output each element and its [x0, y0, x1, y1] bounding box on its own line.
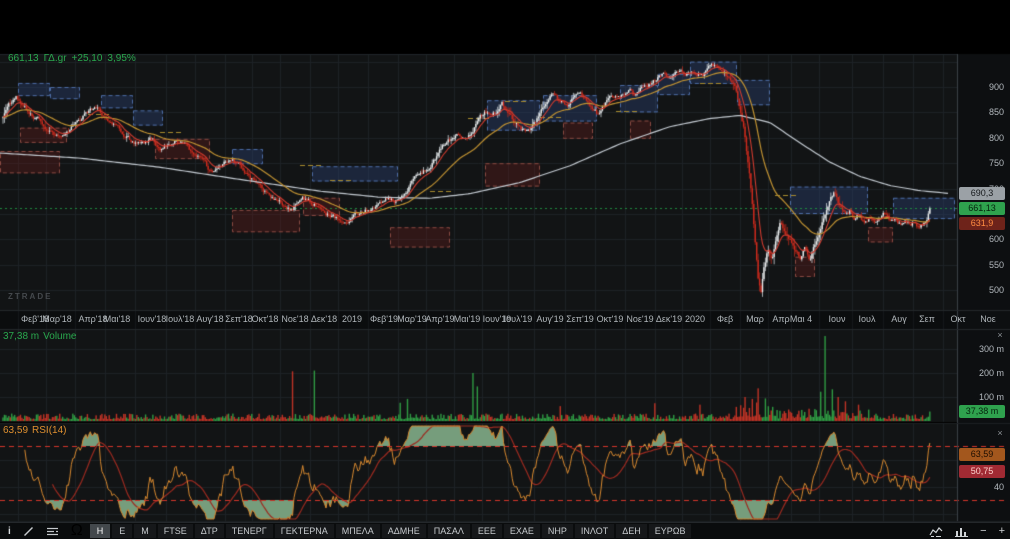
- symbol-ΠΑΣΑΛ[interactable]: ΠΑΣΑΛ: [427, 524, 470, 538]
- symbol-ΙΝΛΟΤ[interactable]: ΙΝΛΟΤ: [574, 524, 615, 538]
- price-axis-tick: 600: [988, 234, 1004, 245]
- price-change-pct: 3,95%: [107, 53, 136, 64]
- price-axis-tick: 550: [988, 259, 1004, 270]
- draw-line-icon[interactable]: [18, 524, 39, 538]
- indicators-icon[interactable]: [41, 524, 64, 538]
- symbol-ΝΗΡ[interactable]: ΝΗΡ: [541, 524, 573, 538]
- symbol-ΕΥΡΩΒ[interactable]: ΕΥΡΩΒ: [648, 524, 692, 538]
- rsi-axis-tick: 40: [993, 481, 1004, 492]
- price-axis-tick: 500: [988, 285, 1004, 296]
- price-axis-tick: 900: [988, 82, 1004, 92]
- time-axis-label: Νοε: [980, 314, 996, 324]
- volume-value: 37,38 m: [3, 331, 40, 342]
- volume-label: Volume: [43, 331, 77, 342]
- bottom-toolbar: i Ω Η Ε Μ FTSE ΔΤΡ ΤΕΝΕΡΓ ΓΕΚΤΕΡΝΑ ΜΠΕΛΑ ΑΔΜΗΕ ΠΑΣΑ…: [0, 522, 1010, 539]
- price-badge-ma: 631,9: [959, 216, 1005, 230]
- trading-app-window: 661,13 ΓΔ.gr +25,10 3,95% 37,38 m Volume 63,…: [0, 0, 1010, 539]
- volume-panel-close-icon[interactable]: ×: [994, 330, 1006, 340]
- main-chart-legend: 661,13 ΓΔ.gr +25,10 3,95%: [8, 53, 141, 64]
- symbol-ΔΕΗ[interactable]: ΔΕΗ: [616, 524, 647, 538]
- price-badge-sma: 690,3: [959, 187, 1005, 201]
- rsi-panel-close-icon[interactable]: ×: [994, 428, 1006, 438]
- omega-icon[interactable]: Ω: [66, 522, 88, 539]
- timeframe-Ε[interactable]: Ε: [112, 524, 133, 538]
- zoom-in-icon[interactable]: +: [997, 524, 1007, 538]
- zoom-out-icon[interactable]: −: [978, 524, 988, 538]
- symbol-ΕΧΑΕ[interactable]: ΕΧΑΕ: [503, 524, 540, 538]
- symbol-ΑΔΜΗΕ[interactable]: ΑΔΜΗΕ: [381, 524, 426, 538]
- symbol-ΜΠΕΛΑ[interactable]: ΜΠΕΛΑ: [335, 524, 380, 538]
- symbol-name: ΓΔ.gr: [43, 53, 67, 64]
- price-axis-tick: 750: [988, 158, 1004, 169]
- price-change: +25,10: [71, 53, 103, 64]
- timeframe-Μ[interactable]: Μ: [134, 524, 156, 538]
- volume-badge: 37,38 m: [959, 405, 1005, 419]
- rsi-badge-signal: 50,75: [959, 465, 1005, 479]
- price-axis-tick: 800: [988, 132, 1004, 143]
- chart-controls: − +: [927, 524, 1007, 538]
- line-chart-icon[interactable]: [927, 524, 945, 538]
- info-icon[interactable]: i: [3, 524, 16, 538]
- symbol-ΔΤΡ[interactable]: ΔΤΡ: [194, 524, 224, 538]
- symbol-ΤΕΝΕΡΓ[interactable]: ΤΕΝΕΡΓ: [225, 524, 273, 538]
- volume-axis-tick: 100 m: [978, 391, 1004, 402]
- rsi-badge-rsi: 63,59: [959, 448, 1005, 462]
- rsi-value: 63,59: [3, 425, 29, 436]
- bar-chart-icon[interactable]: [953, 524, 970, 538]
- last-price: 661,13: [8, 53, 39, 64]
- ztrade-watermark: ZTRADE: [8, 292, 53, 301]
- rsi-legend: 63,59 RSI(14): [3, 425, 70, 436]
- symbol-ΕΕΕ[interactable]: ΕΕΕ: [471, 524, 502, 538]
- rsi-label: RSI(14): [32, 425, 67, 436]
- price-badge-last: 661,13: [959, 201, 1005, 215]
- symbol-ΓΕΚΤΕΡΝΑ[interactable]: ΓΕΚΤΕΡΝΑ: [274, 524, 334, 538]
- symbol-FTSE[interactable]: FTSE: [157, 524, 193, 538]
- volume-axis-tick: 200 m: [978, 367, 1004, 378]
- volume-legend: 37,38 m Volume: [3, 331, 81, 342]
- volume-axis-tick: 300 m: [978, 343, 1004, 354]
- chart-canvas[interactable]: [0, 0, 1010, 539]
- price-axis-tick: 850: [988, 107, 1004, 118]
- timeframe-Η[interactable]: Η: [89, 524, 111, 538]
